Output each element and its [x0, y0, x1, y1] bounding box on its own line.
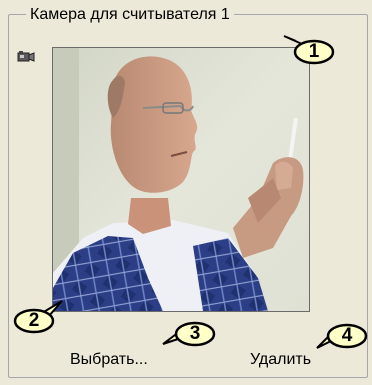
camera-video-view[interactable] — [52, 47, 310, 312]
delete-button[interactable]: Удалить — [246, 349, 315, 371]
select-button[interactable]: Выбрать... — [66, 349, 152, 371]
camera-snapshot — [53, 48, 309, 311]
groupbox-title: Камера для считывателя 1 — [26, 6, 234, 24]
callout-2: 2 — [12, 300, 63, 335]
callout-1: 1 — [283, 35, 336, 66]
callout-3: 3 — [162, 320, 217, 348]
callout-4: 4 — [316, 322, 369, 350]
camera-icon — [17, 50, 35, 64]
